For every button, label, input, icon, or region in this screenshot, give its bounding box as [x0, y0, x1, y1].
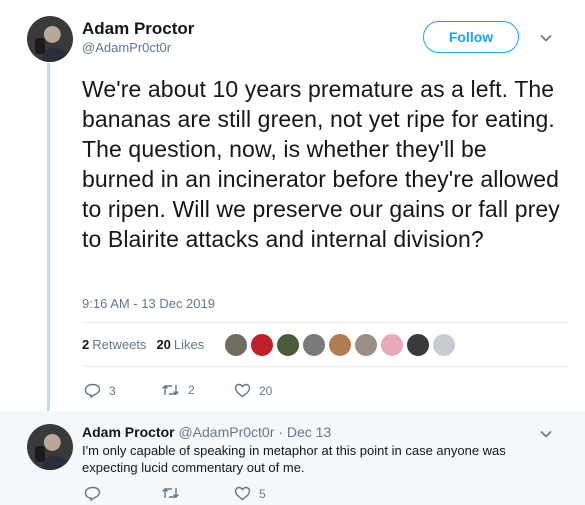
avatar[interactable] [27, 16, 73, 62]
divider [82, 322, 568, 323]
reply-like-count: 5 [259, 486, 266, 501]
liker-avatar[interactable] [328, 333, 352, 357]
author-name[interactable]: Adam Proctor [82, 19, 194, 39]
reply-text: I'm only capable of speaking in metaphor… [82, 443, 506, 475]
liker-avatar[interactable] [380, 333, 404, 357]
liker-avatar[interactable] [276, 333, 300, 357]
reply-like-button[interactable]: 5 [234, 486, 266, 501]
reply-header: Adam Proctor @AdamPr0ct0r · Dec 13 [82, 424, 331, 440]
retweet-icon [162, 488, 179, 498]
heart-icon [234, 383, 251, 398]
like-count: 20 [259, 383, 273, 398]
likes-stat[interactable]: 20 Likes [156, 337, 204, 352]
liker-avatar[interactable] [224, 333, 248, 357]
reply-reply-button[interactable] [84, 486, 109, 501]
retweet-count: 2 [188, 383, 195, 397]
tweet-timestamp[interactable]: 9:16 AM - 13 Dec 2019 [82, 296, 215, 311]
liker-avatar[interactable] [406, 333, 430, 357]
reply-count: 3 [109, 383, 116, 398]
reply-avatar[interactable] [27, 424, 73, 470]
divider [82, 366, 568, 367]
liker-avatar[interactable] [432, 333, 456, 357]
liker-avatar[interactable] [250, 333, 274, 357]
chevron-down-icon[interactable] [539, 31, 553, 45]
reply-button[interactable]: 3 [84, 383, 116, 398]
reply-author-name[interactable]: Adam Proctor [82, 424, 175, 440]
tweet-text: We're about 10 years premature as a left… [82, 76, 560, 252]
retweet-icon [162, 385, 179, 395]
thread-connector-line [47, 63, 50, 415]
reply-icon [84, 486, 101, 501]
reply-author-handle[interactable]: @AdamPr0ct0r [178, 424, 274, 440]
reply-icon [84, 383, 101, 398]
engagement-stats: 2 Retweets 20 Likes [82, 337, 204, 352]
like-button[interactable]: 20 [234, 383, 272, 398]
liker-avatar[interactable] [302, 333, 326, 357]
author-handle[interactable]: @AdamPr0ct0r [82, 40, 171, 55]
reply-retweet-button[interactable] [161, 486, 188, 500]
chevron-down-icon[interactable] [539, 427, 553, 441]
liker-avatar[interactable] [354, 333, 378, 357]
reply-date[interactable]: · Dec 13 [278, 424, 331, 440]
follow-button[interactable]: Follow [423, 21, 519, 53]
retweet-button[interactable]: 2 [161, 383, 195, 397]
retweets-stat[interactable]: 2 Retweets [82, 337, 146, 352]
heart-icon [234, 486, 251, 501]
